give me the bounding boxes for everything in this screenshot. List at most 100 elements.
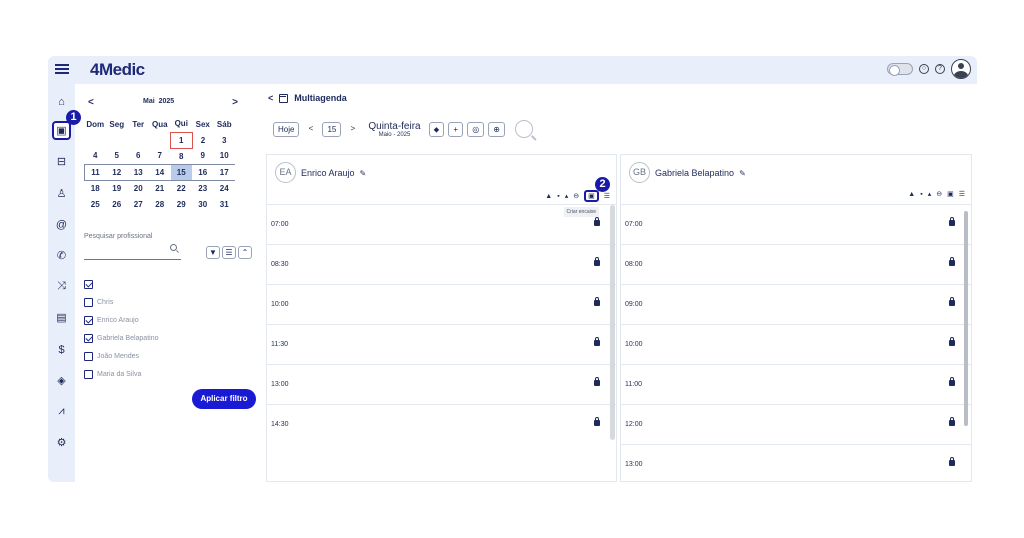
time-slot[interactable]: 11:30	[267, 325, 616, 365]
home-icon[interactable]: ⌂	[52, 92, 71, 111]
lock-icon[interactable]	[949, 337, 955, 346]
time-slot[interactable]: 07:00	[621, 205, 971, 245]
calendar-day[interactable]: 10	[214, 148, 236, 164]
calendar-day[interactable]: 11	[84, 163, 106, 181]
calendar-day[interactable]: 28	[149, 196, 171, 212]
calendar-day[interactable]: 5	[106, 148, 128, 164]
tag-button[interactable]: ⬥	[428, 121, 445, 137]
lock-icon[interactable]	[594, 377, 600, 386]
theme-toggle[interactable]	[887, 63, 913, 76]
time-slot[interactable]: 08:30	[267, 245, 616, 285]
print-icon[interactable]: ⊖	[573, 192, 579, 200]
waiting-room-icon[interactable]: ⊟	[52, 152, 71, 171]
calendar-day[interactable]: 13	[127, 163, 149, 181]
lock-icon[interactable]	[949, 457, 955, 466]
list-icon[interactable]: ☰	[959, 190, 965, 198]
calendar-day[interactable]: 22	[171, 180, 193, 196]
back-button[interactable]: <	[268, 93, 273, 103]
apply-filter-button[interactable]: Aplicar filtro	[192, 389, 256, 409]
alert-icon[interactable]: ▲	[545, 193, 552, 200]
patients-icon[interactable]: ♙	[52, 184, 71, 203]
block-icon[interactable]: ▪	[557, 193, 559, 200]
column-scrollbar[interactable]	[964, 211, 968, 426]
prev-day-button[interactable]: <	[303, 121, 319, 137]
lock-icon[interactable]	[594, 337, 600, 346]
create-fit-in-icon[interactable]: ▣	[584, 190, 599, 202]
lock-icon[interactable]: ▴	[565, 192, 569, 200]
block-icon[interactable]: ▪	[920, 191, 922, 198]
alert-icon[interactable]: ▲	[908, 191, 915, 198]
professional-row[interactable]: Chris	[84, 293, 159, 311]
time-slot[interactable]: 07:00	[267, 205, 616, 245]
help-icon[interactable]: ?	[935, 64, 945, 74]
chat-icon[interactable]: ○	[919, 64, 929, 74]
time-slot[interactable]: 14:30	[267, 405, 616, 445]
calendar-day[interactable]: 29	[171, 196, 193, 212]
lock-icon[interactable]	[949, 297, 955, 306]
list-icon[interactable]: ☰	[604, 192, 610, 200]
calendar-day[interactable]: 7	[149, 148, 171, 164]
clipboard-icon[interactable]: ▤	[52, 308, 71, 327]
select-all-checkbox[interactable]	[84, 279, 93, 289]
edit-icon[interactable]: ✎	[360, 169, 367, 178]
professional-checkbox[interactable]	[84, 369, 93, 379]
time-slot[interactable]: 10:00	[267, 285, 616, 325]
shuffle-icon[interactable]: ⤨	[52, 277, 71, 296]
calendar-day[interactable]: 6	[128, 148, 150, 164]
calendar-day[interactable]	[85, 132, 107, 148]
time-slot[interactable]: 09:00	[621, 285, 971, 325]
web-button[interactable]: ⊕	[488, 121, 505, 137]
calendar-day[interactable]: 8	[171, 148, 193, 164]
lock-icon[interactable]	[594, 257, 600, 266]
calendar-day[interactable]: 26	[106, 196, 128, 212]
finance-icon[interactable]: $	[52, 340, 71, 359]
collapse-button[interactable]: ⌃	[238, 246, 252, 259]
list-button[interactable]: ☰	[222, 246, 236, 259]
create-fit-in-icon[interactable]: ▣	[947, 190, 954, 198]
calendar-day[interactable]	[128, 132, 150, 148]
calendar-day[interactable]	[149, 132, 171, 148]
package-icon[interactable]: ◈	[52, 371, 71, 390]
search-icon[interactable]	[514, 120, 533, 138]
lock-icon[interactable]	[949, 377, 955, 386]
column-scrollbar[interactable]	[610, 205, 615, 440]
calendar-day[interactable]: 21	[149, 180, 171, 196]
time-slot[interactable]: 08:00	[621, 245, 971, 285]
professional-checkbox[interactable]	[84, 315, 93, 325]
calendar-day[interactable]	[106, 132, 128, 148]
calendar-day[interactable]: 14	[149, 163, 171, 181]
lock-icon[interactable]	[594, 417, 600, 426]
professional-row[interactable]: João Mendes	[84, 347, 159, 365]
time-slot[interactable]: 11:00	[621, 365, 971, 405]
chart-icon[interactable]: ⩘	[52, 402, 71, 421]
professional-checkbox[interactable]	[84, 297, 93, 307]
settings-icon[interactable]: ⚙	[52, 433, 71, 452]
calendar-day[interactable]: 31	[214, 196, 236, 212]
calendar-day[interactable]: 23	[192, 180, 214, 196]
professional-row[interactable]: Maria da Silva	[84, 365, 159, 383]
calendar-day[interactable]: 25	[85, 196, 107, 212]
calendar-day[interactable]: 12	[106, 163, 128, 181]
calendar-day[interactable]: 3	[214, 132, 236, 148]
time-slot[interactable]: 10:00	[621, 325, 971, 365]
calendar-day[interactable]: 24	[214, 180, 236, 196]
prev-month-button[interactable]: <	[88, 97, 94, 108]
today-button[interactable]: Hoje	[273, 121, 300, 137]
add-button[interactable]: +	[448, 121, 464, 137]
phone-icon[interactable]: ✆	[52, 246, 71, 265]
select-all-row[interactable]	[84, 275, 159, 293]
calendar-day[interactable]: 30	[192, 196, 214, 212]
search-icon[interactable]	[170, 244, 177, 251]
next-month-button[interactable]: >	[232, 97, 238, 108]
day-number[interactable]: 15	[322, 121, 342, 137]
professional-checkbox[interactable]	[84, 333, 93, 343]
lock-icon[interactable]	[949, 417, 955, 426]
lock-icon[interactable]	[949, 217, 955, 226]
edit-icon[interactable]: ✎	[739, 169, 746, 178]
time-slot[interactable]: 13:00	[267, 365, 616, 405]
professional-checkbox[interactable]	[84, 351, 93, 361]
calendar-day-today[interactable]: 1	[170, 131, 193, 149]
lock-icon[interactable]	[949, 257, 955, 266]
search-professional-input[interactable]	[84, 259, 181, 260]
hamburger-menu-icon[interactable]	[55, 62, 69, 76]
